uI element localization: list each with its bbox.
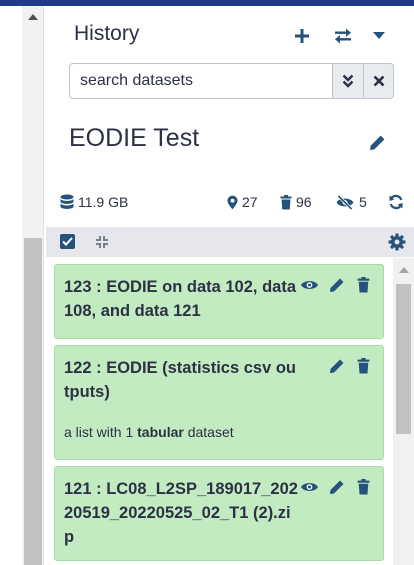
history-options-dropdown[interactable]	[366, 24, 392, 48]
pencil-icon	[329, 278, 343, 292]
list-settings-button[interactable]	[388, 233, 406, 251]
trash-icon	[357, 357, 370, 373]
pencil-icon	[369, 135, 384, 150]
list-scroll-up-arrow[interactable]	[399, 267, 409, 273]
view-dataset-button[interactable]	[300, 275, 319, 294]
double-chevron-down-icon	[342, 74, 354, 88]
history-size[interactable]: 11.9 GB	[60, 192, 128, 212]
exchange-icon	[335, 28, 351, 44]
hidden-count: 5	[359, 194, 367, 210]
reload-history-button[interactable]	[388, 192, 404, 212]
history-name: EODIE Test	[69, 124, 200, 152]
pencil-icon	[329, 359, 343, 373]
dataset-actions	[300, 477, 373, 496]
edit-history-name-button[interactable]	[364, 129, 390, 155]
new-history-button[interactable]	[289, 24, 315, 48]
dataset-title[interactable]: 121 : LC08_L2SP_189017_20220519_20220525…	[64, 477, 299, 549]
shown-count-button[interactable]: 27	[227, 192, 258, 212]
select-all-checkbox[interactable]	[60, 234, 75, 249]
edit-dataset-button[interactable]	[327, 477, 346, 496]
description-suffix: dataset	[183, 424, 234, 440]
page-scrollbar[interactable]	[22, 6, 44, 565]
description-prefix: a list with 1	[64, 424, 138, 440]
dataset-list-scrollbar[interactable]	[393, 258, 414, 565]
dataset-actions	[327, 356, 373, 375]
eye-icon	[300, 280, 319, 289]
dataset-actions	[300, 275, 373, 294]
switch-history-button[interactable]	[330, 24, 356, 48]
pencil-icon	[329, 480, 343, 494]
dataset-title[interactable]: 122 : EODIE (statistics csv outputs)	[64, 356, 299, 404]
delete-dataset-button[interactable]	[354, 477, 373, 496]
sync-icon	[389, 194, 403, 210]
scroll-up-arrow[interactable]	[28, 14, 38, 20]
history-stats: 11.9 GB 27 96 5	[60, 192, 410, 212]
shown-count: 27	[242, 194, 258, 210]
dataset-item[interactable]: 121 : LC08_L2SP_189017_20220519_20220525…	[54, 466, 384, 561]
dataset-title[interactable]: 123 : EODIE on data 102, data 108, and d…	[64, 275, 299, 323]
close-icon	[373, 75, 385, 87]
view-dataset-button[interactable]	[300, 477, 319, 496]
checkbox-icon	[62, 237, 73, 246]
eye-slash-icon	[336, 194, 354, 210]
advanced-search-button[interactable]	[332, 64, 363, 98]
delete-dataset-button[interactable]	[354, 356, 373, 375]
panel-title: History	[74, 22, 140, 45]
delete-dataset-button[interactable]	[354, 275, 373, 294]
description-type: tabular	[137, 424, 184, 440]
plus-icon	[295, 29, 309, 43]
edit-dataset-button[interactable]	[327, 356, 346, 375]
deleted-count-button[interactable]: 96	[280, 192, 312, 212]
compress-icon	[96, 236, 108, 248]
scroll-thumb[interactable]	[24, 238, 42, 565]
dataset-item[interactable]: 123 : EODIE on data 102, data 108, and d…	[54, 264, 384, 339]
list-toolbar	[46, 227, 414, 257]
edit-dataset-button[interactable]	[327, 275, 346, 294]
deleted-count: 96	[296, 194, 312, 210]
caret-down-icon	[373, 32, 385, 39]
database-icon	[60, 194, 74, 209]
history-size-label: 11.9 GB	[78, 194, 129, 210]
clear-search-button[interactable]	[363, 64, 393, 98]
search-input[interactable]	[70, 64, 332, 98]
dataset-item[interactable]: 122 : EODIE (statistics csv outputs) a l…	[54, 345, 384, 460]
trash-icon	[357, 478, 370, 494]
gear-icon	[388, 233, 406, 251]
map-marker-icon	[227, 195, 238, 209]
eye-icon	[300, 482, 319, 491]
list-scroll-thumb[interactable]	[396, 284, 411, 434]
dataset-description: a list with 1 tabular dataset	[64, 424, 234, 440]
history-panel: History search datasets EODIE Test 11.9 …	[46, 6, 414, 565]
hidden-count-button[interactable]: 5	[335, 192, 367, 212]
search-bar	[69, 63, 394, 99]
trash-icon	[357, 276, 370, 292]
trash-icon	[280, 194, 292, 209]
collapse-items-button[interactable]	[93, 233, 111, 251]
